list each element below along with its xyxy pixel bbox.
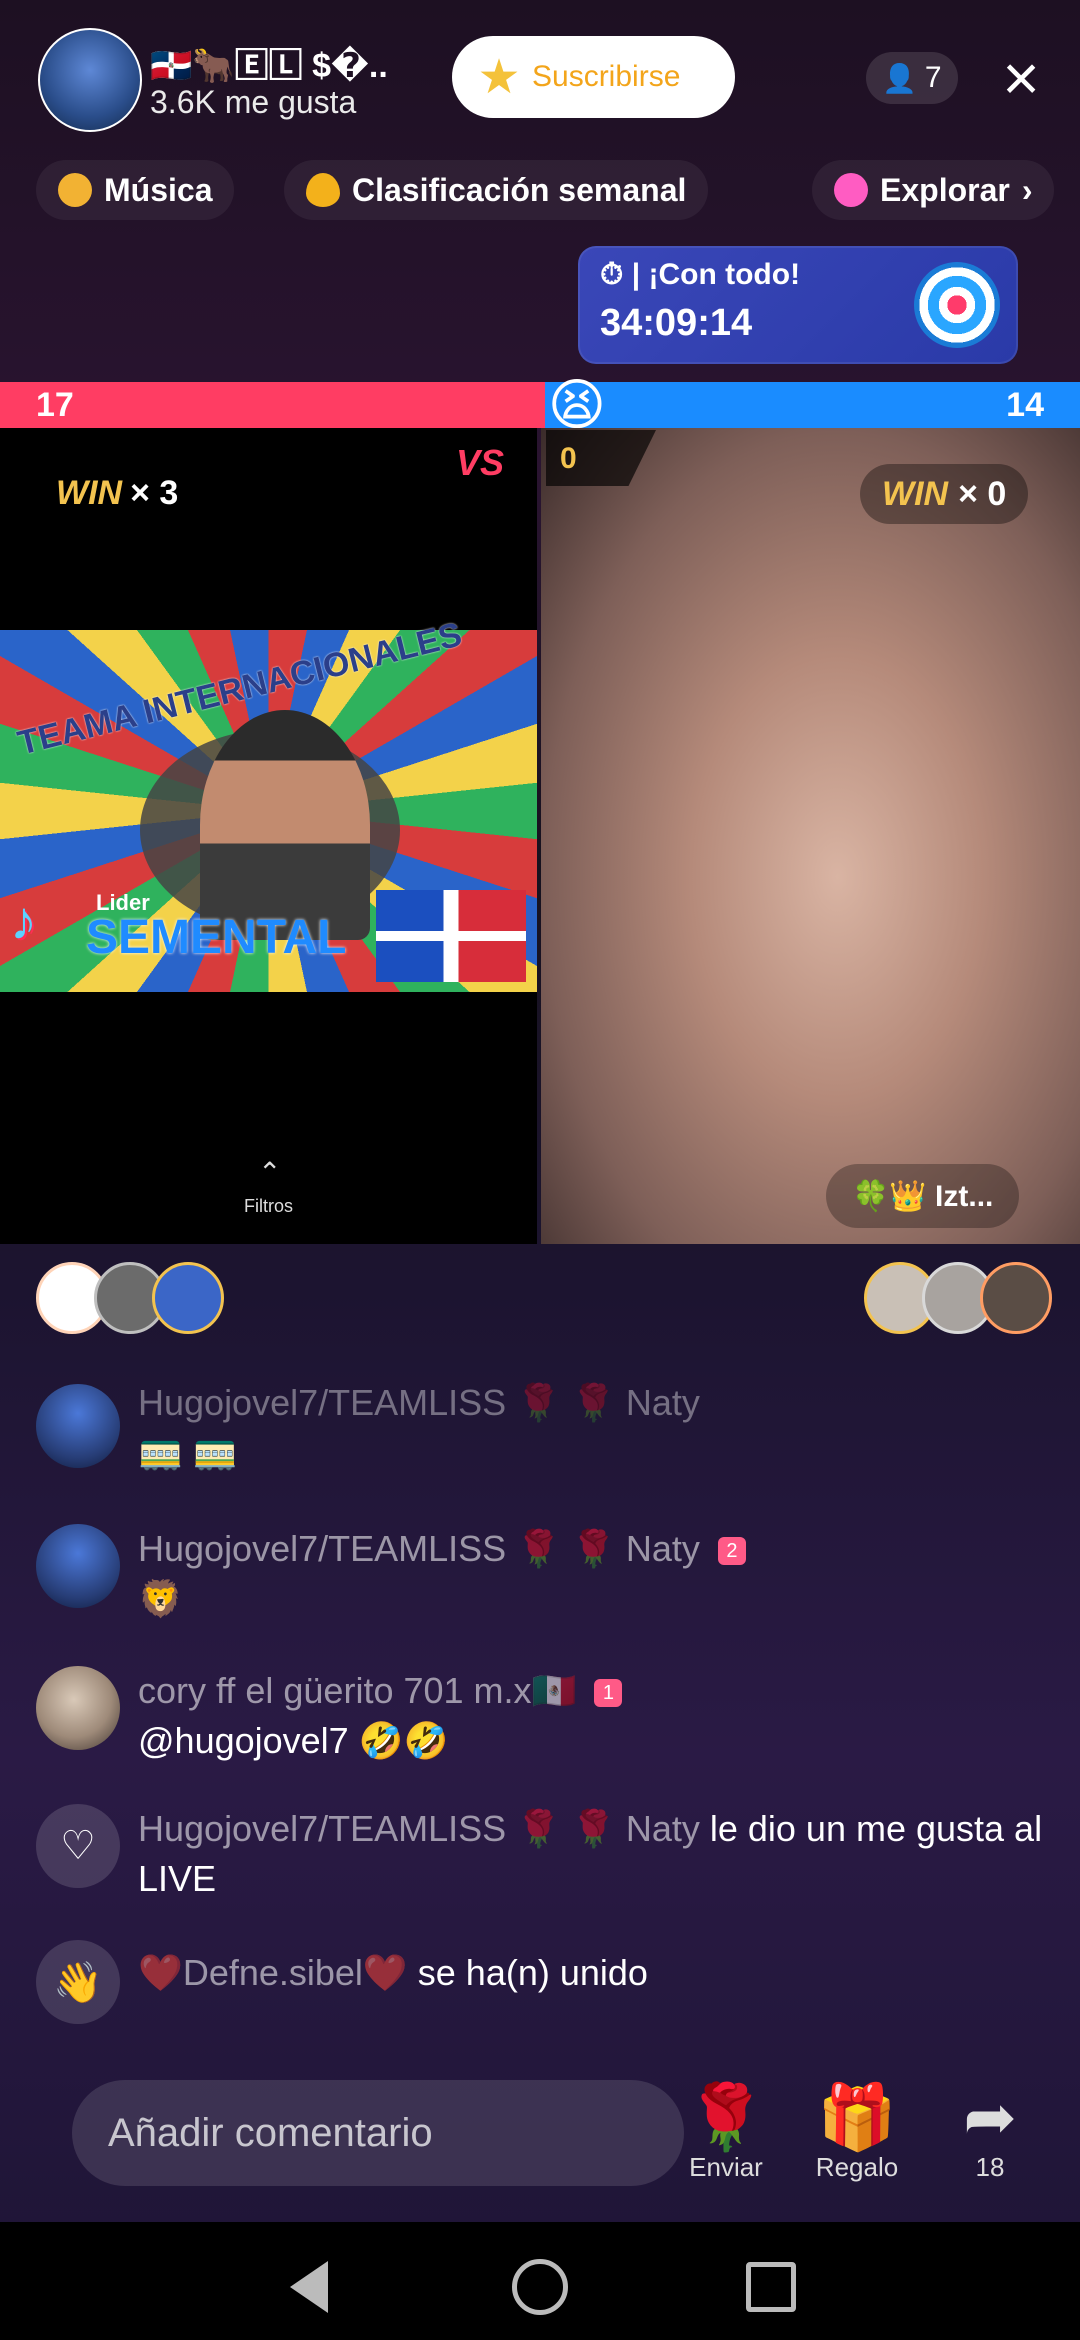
chat-message[interactable]: Hugojovel7/TEAMLISS 🌹 🌹 Naty 2 🦁 <box>36 1524 1056 1644</box>
chip-weekly-ranking[interactable]: Clasificación semanal <box>284 160 709 220</box>
vs-logo: VS <box>456 442 505 483</box>
recents-icon <box>746 2262 796 2312</box>
home-button[interactable] <box>505 2252 575 2322</box>
left-team-avatars[interactable] <box>36 1262 224 1334</box>
close-button[interactable]: × <box>993 46 1049 110</box>
left-score: 17 <box>36 386 74 424</box>
home-icon <box>512 2259 568 2315</box>
star-icon: ★ <box>477 51 521 104</box>
chat-username-wrap: Hugojovel7/TEAMLISS 🌹 🌹 Naty 2 <box>138 1528 746 1570</box>
wave-hand-icon: 👋 <box>36 1940 120 2024</box>
dominican-flag-icon <box>376 890 526 982</box>
chat-join-event: 👋 ❤️Defne.sibel❤️ se ha(n) unido <box>36 1940 1056 2030</box>
chat-join-text: ❤️Defne.sibel❤️ se ha(n) unido <box>138 1948 1048 1998</box>
event-title: ⏱ | ¡Con todo! <box>600 258 801 291</box>
music-note-icon <box>58 173 92 207</box>
comment-placeholder: Añadir comentario <box>108 2110 433 2155</box>
filters-label[interactable]: Filtros <box>244 1196 293 1217</box>
right-score: 14 <box>1006 386 1044 424</box>
win-right: WIN × 0 <box>860 464 1029 524</box>
right-team-avatars[interactable] <box>864 1262 1052 1334</box>
subscribe-label: Suscribirse <box>532 60 681 93</box>
score-bar-blue <box>545 382 1080 428</box>
planet-icon <box>834 173 868 207</box>
win-right-label: WIN <box>882 474 949 513</box>
win-right-mult: × 0 <box>958 474 1007 513</box>
share-button[interactable]: ➦ 18 <box>930 2082 1050 2183</box>
avatar[interactable] <box>36 1666 120 1750</box>
chat-message[interactable]: Hugojovel7/TEAMLISS 🌹 🌹 Naty 🚃 🚃 <box>36 1382 1056 1504</box>
host-banner-image: TEAMA INTERNACIONALES ♪ Lider SEMENTAL <box>0 615 537 992</box>
chat-username[interactable]: cory ff el güerito 701 m.x🇲🇽 <box>138 1670 576 1711</box>
chat-username[interactable]: Hugojovel7/TEAMLISS 🌹 🌹 Naty <box>138 1528 700 1569</box>
subscribe-button[interactable]: ★ Suscribirse <box>452 36 735 118</box>
gift-button[interactable]: 🎁 Regalo <box>797 2082 917 2183</box>
chat-username-wrap: cory ff el güerito 701 m.x🇲🇽 1 <box>138 1670 623 1712</box>
recents-button[interactable] <box>736 2252 806 2322</box>
host-avatar[interactable] <box>38 28 142 132</box>
win-left-label: WIN <box>56 474 123 512</box>
chat-message[interactable]: cory ff el güerito 701 m.x🇲🇽 1 @hugojove… <box>36 1666 1056 1786</box>
chat-username[interactable]: Hugojovel7/TEAMLISS 🌹 🌹 Naty <box>138 1382 700 1424</box>
chip-explore-label: Explorar <box>880 171 1010 208</box>
banner-person <box>200 710 370 940</box>
small-score-value: 0 <box>560 442 577 475</box>
chat-badge: 2 <box>717 1537 746 1566</box>
person-icon: 👤 <box>882 62 917 94</box>
chat-text: 🦁 <box>138 1578 183 1619</box>
viewer-count[interactable]: 👤 7 <box>866 52 958 104</box>
host-name[interactable]: 🇩🇴🐂🄴🄻 $�.. <box>150 38 388 87</box>
avatar[interactable] <box>36 1524 120 1608</box>
send-rose-button[interactable]: 🌹 Enviar <box>666 2082 786 2183</box>
host-likes: 3.6K me gusta <box>150 84 357 120</box>
chat-action-text: se ha(n) unido <box>407 1952 648 1993</box>
chip-weekly-ranking-label: Clasificación semanal <box>352 171 687 208</box>
win-left-mult: × 3 <box>130 474 179 512</box>
chat-badge: 1 <box>594 1679 623 1708</box>
comment-input[interactable]: Añadir comentario <box>72 2080 684 2186</box>
score-bar-red <box>0 382 545 428</box>
event-countdown: 34:09:14 <box>600 302 753 344</box>
chip-explore[interactable]: Explorar › <box>812 160 1055 220</box>
close-icon: × <box>1002 42 1040 114</box>
heart-icon: ♡ <box>36 1804 120 1888</box>
chat-like-event: ♡ Hugojovel7/TEAMLISS 🌹 🌹 Naty le dio un… <box>36 1800 1056 1920</box>
gift-label: Regalo <box>815 2152 899 2182</box>
rose-icon: 🌹 <box>686 2081 766 2153</box>
chip-music-label: Música <box>104 171 213 208</box>
back-button[interactable] <box>274 2252 344 2322</box>
tiktok-logo-icon: ♪ <box>10 891 37 951</box>
gift-icon: 🎁 <box>817 2081 897 2153</box>
avatar[interactable] <box>152 1262 224 1334</box>
chevron-right-icon: › <box>1021 171 1033 208</box>
chip-music[interactable]: Música <box>36 160 235 220</box>
opponent-name-tag[interactable]: 🍀👑 Izt... <box>826 1164 1020 1228</box>
back-icon <box>290 2261 328 2313</box>
banner-brand: SEMENTAL <box>86 911 347 964</box>
share-arrow-icon: ➦ <box>963 2081 1017 2153</box>
flame-icon <box>306 173 340 207</box>
target-icon <box>914 262 1000 348</box>
chat-text: 🚃 🚃 <box>138 1430 238 1471</box>
avatar[interactable] <box>980 1262 1052 1334</box>
avatar[interactable] <box>36 1384 120 1468</box>
chat-like-text: Hugojovel7/TEAMLISS 🌹 🌹 Naty le dio un m… <box>138 1804 1048 1904</box>
event-card[interactable]: ⏱ | ¡Con todo! 34:09:14 <box>578 246 1018 364</box>
viewer-count-value: 7 <box>924 61 942 94</box>
chat-username[interactable]: Hugojovel7/TEAMLISS 🌹 🌹 Naty <box>138 1808 700 1849</box>
chat-username[interactable]: ❤️Defne.sibel❤️ <box>138 1952 408 1993</box>
win-left: WIN × 3 <box>56 474 178 513</box>
send-label: Enviar <box>689 2152 763 2182</box>
opponent-name: 🍀👑 Izt... <box>852 1179 994 1213</box>
chevron-up-icon[interactable]: ⌃ <box>258 1156 281 1189</box>
chat-text: @hugojovel7 🤣🤣 <box>138 1720 449 1761</box>
right-battle-panel[interactable] <box>541 428 1080 1244</box>
share-count: 18 <box>975 2152 1005 2182</box>
